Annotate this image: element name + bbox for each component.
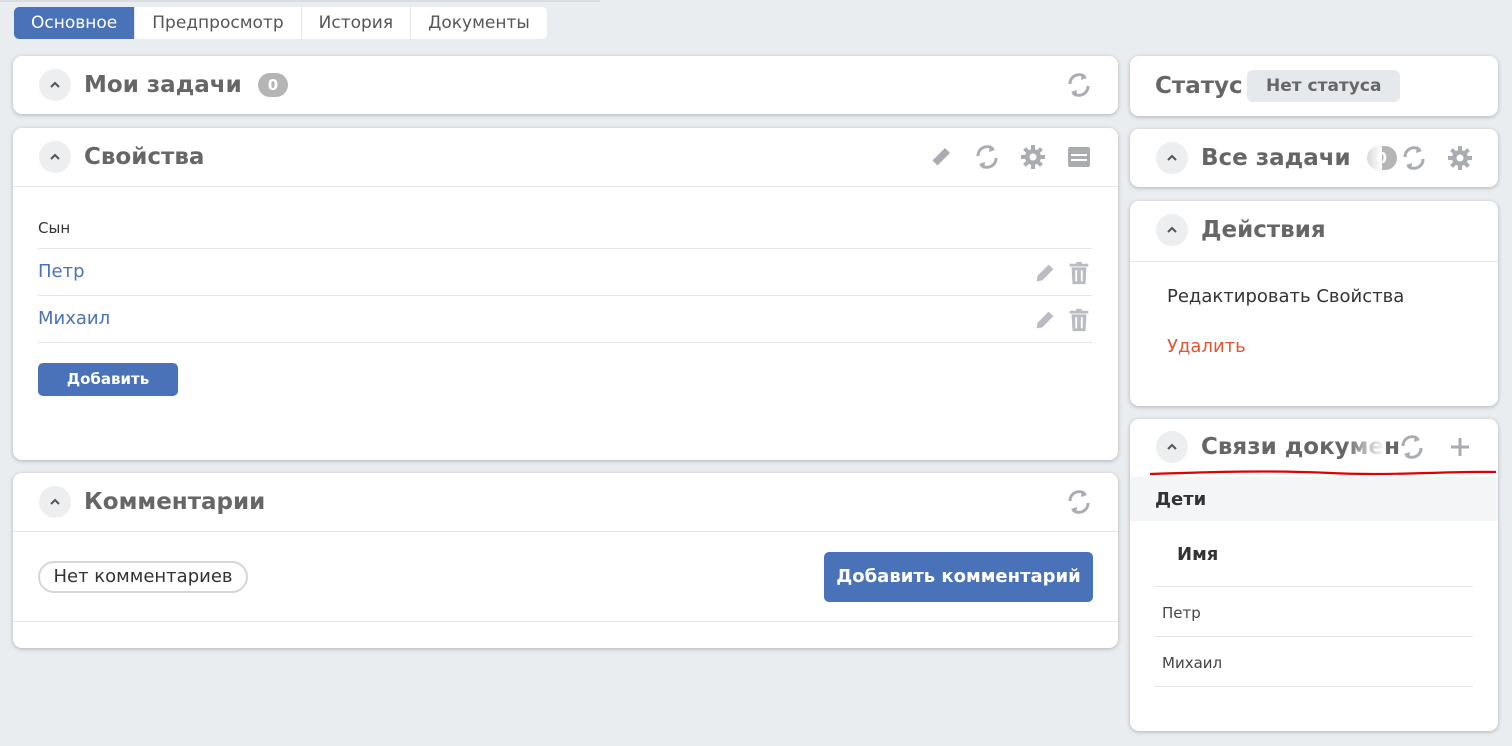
children-section-title: Дети [1155,489,1207,510]
table-cell-name: Петр [1162,604,1201,622]
collapse-button[interactable] [1156,214,1188,246]
panel-title: Мои задачи [84,72,242,98]
column-header-name: Имя [1177,544,1219,565]
tab-history[interactable]: История [302,7,412,39]
trash-icon[interactable] [1066,307,1092,333]
collapse-button[interactable] [1156,142,1188,174]
footer-divider [13,621,1118,622]
header-divider [1130,261,1498,262]
trash-icon[interactable] [1066,260,1092,286]
panel-title: Все задачи [1201,145,1351,171]
task-count-badge: 0 [257,73,289,97]
status-label: Статус [1155,73,1243,99]
tab-preview[interactable]: Предпросмотр [135,7,302,39]
row-divider [1155,686,1473,687]
list-icon[interactable] [1065,143,1093,171]
my-tasks-panel: Мои задачи 0 [13,56,1118,114]
panel-title: Действия [1201,217,1326,243]
property-value-link[interactable]: Петр [38,261,85,282]
refresh-icon[interactable] [1065,488,1093,516]
refresh-icon[interactable] [1398,433,1426,461]
header-divider [13,531,1118,532]
edit-properties-action[interactable]: Редактировать Свойства [1167,286,1404,307]
chevron-up-icon [50,153,60,160]
table-row: Михаил [1155,636,1473,686]
panel-title: Свойства [84,144,205,170]
chevron-up-icon [50,81,60,88]
property-row: Петр [38,248,1092,295]
delete-action[interactable]: Удалить [1167,336,1246,357]
edit-icon[interactable] [1032,260,1058,286]
no-comments-label: Нет комментариев [38,561,248,593]
annotation-underline [1150,470,1496,476]
row-divider [38,342,1092,343]
table-cell-name: Михаил [1162,654,1223,672]
add-comment-button[interactable]: Добавить комментарий [824,552,1093,602]
top-border [0,0,600,2]
properties-panel: Свойства Сын Петр Михаил Добавить [13,128,1118,460]
tab-main[interactable]: Основное [14,7,136,39]
header-divider [13,186,1118,187]
refresh-icon[interactable] [1065,71,1093,99]
add-button[interactable]: Добавить [38,363,178,396]
refresh-icon[interactable] [1400,144,1428,172]
actions-panel: Действия Редактировать Свойства Удалить [1130,201,1498,406]
refresh-icon[interactable] [973,143,1001,171]
chevron-up-icon [1167,226,1177,233]
gear-icon[interactable] [1446,144,1474,172]
property-row: Михаил [38,295,1092,342]
status-badge: Нет статуса [1247,70,1401,102]
collapse-button[interactable] [1156,431,1188,463]
panel-title: Комментарии [84,489,266,515]
collapse-button[interactable] [39,69,71,101]
chevron-up-icon [50,498,60,505]
property-label: Сын [38,219,71,237]
gear-icon[interactable] [1019,143,1047,171]
collapse-button[interactable] [39,141,71,173]
title-fade [1352,129,1382,185]
plus-icon[interactable] [1446,433,1474,461]
tab-documents[interactable]: Документы [411,7,547,39]
chevron-up-icon [1167,443,1177,450]
comments-panel: Комментарии Нет комментариев Добавить ко… [13,473,1118,648]
table-row: Петр [1155,586,1473,636]
chevron-up-icon [1167,154,1177,161]
status-panel: Статус Нет статуса [1130,56,1498,116]
property-value-link[interactable]: Михаил [38,308,110,329]
edit-icon[interactable] [927,143,955,171]
collapse-button[interactable] [39,486,71,518]
all-tasks-panel: Все задачи 0 [1130,129,1498,187]
tab-bar: Основное Предпросмотр История Документы [14,7,547,39]
edit-icon[interactable] [1032,307,1058,333]
